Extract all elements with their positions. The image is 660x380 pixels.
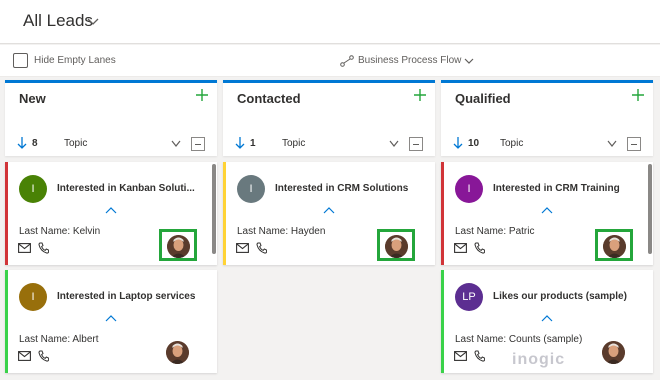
sort-descending-icon[interactable]	[235, 136, 245, 150]
lead-card[interactable]: I Interested in CRM Training Last Name: …	[441, 162, 653, 265]
scrollbar[interactable]	[212, 164, 216, 254]
chevron-down-icon[interactable]	[389, 140, 399, 148]
lane-title: Contacted	[237, 91, 301, 106]
phone-icon[interactable]	[474, 242, 485, 254]
chevron-down-icon[interactable]	[607, 140, 617, 148]
lead-card[interactable]: I Interested in Kanban Soluti... Last Na…	[5, 162, 217, 265]
card-status-edge	[223, 162, 226, 265]
lane-header: New 8 Topic	[5, 80, 217, 156]
collapse-lane-button[interactable]	[409, 137, 423, 151]
record-avatar: I	[19, 175, 47, 203]
mail-icon[interactable]	[236, 243, 249, 253]
add-icon[interactable]	[631, 88, 645, 102]
collapse-lane-button[interactable]	[191, 137, 205, 151]
sort-field-dropdown[interactable]: Topic	[64, 138, 87, 149]
hide-empty-lanes-checkbox[interactable]	[13, 53, 28, 68]
chevron-up-icon[interactable]	[323, 206, 335, 214]
sort-field-dropdown[interactable]: Topic	[282, 138, 305, 149]
scrollbar[interactable]	[648, 164, 652, 254]
business-process-flow-dropdown[interactable]: Business Process Flow	[358, 55, 461, 66]
chevron-up-icon[interactable]	[541, 206, 553, 214]
lane-record-count: 1	[250, 138, 256, 149]
mail-icon[interactable]	[454, 243, 467, 253]
phone-icon[interactable]	[38, 242, 49, 254]
lane-header: Qualified 10 Topic	[441, 80, 653, 156]
lane-header: Contacted 1 Topic	[223, 80, 435, 156]
lead-card[interactable]: I Interested in CRM Solutions Last Name:…	[223, 162, 435, 265]
view-header: All Leads	[0, 0, 660, 44]
owner-avatar	[602, 341, 625, 364]
owner-avatar	[385, 235, 408, 258]
card-status-edge	[5, 162, 8, 265]
record-avatar: I	[237, 175, 265, 203]
brand-watermark: inogic	[512, 351, 566, 368]
lane-title: New	[19, 91, 46, 106]
card-title[interactable]: Likes our products (sample)	[493, 291, 643, 302]
chevron-up-icon[interactable]	[105, 206, 117, 214]
card-field: Last Name: Counts (sample)	[455, 334, 583, 345]
card-field: Last Name: Patric	[455, 226, 535, 237]
lane-record-count: 8	[32, 138, 38, 149]
phone-icon[interactable]	[38, 350, 49, 362]
card-status-edge	[5, 270, 8, 373]
owner-avatar	[603, 235, 626, 258]
card-title[interactable]: Interested in CRM Training	[493, 183, 643, 194]
lane-record-count: 10	[468, 138, 480, 149]
record-avatar: LP	[455, 283, 483, 311]
lead-card[interactable]: I Interested in Laptop services Last Nam…	[5, 270, 217, 373]
chevron-up-icon[interactable]	[541, 314, 553, 322]
lane-title: Qualified	[455, 91, 511, 106]
hide-empty-lanes-label: Hide Empty Lanes	[34, 55, 116, 66]
process-flow-icon	[340, 55, 354, 67]
sort-descending-icon[interactable]	[453, 136, 463, 150]
card-field: Last Name: Hayden	[237, 226, 326, 237]
owner-avatar-highlight[interactable]	[159, 229, 197, 261]
board-toolbar: Hide Empty Lanes Business Process Flow	[0, 45, 660, 77]
owner-avatar-highlight[interactable]	[595, 229, 633, 261]
lane-contacted: Contacted 1 Topic I Interested in CRM So…	[223, 80, 435, 380]
add-icon[interactable]	[195, 88, 209, 102]
chevron-down-icon[interactable]	[171, 140, 181, 148]
chevron-down-icon[interactable]	[86, 14, 100, 28]
owner-avatar	[167, 235, 190, 258]
chevron-down-icon[interactable]	[464, 56, 474, 66]
card-status-edge	[441, 162, 444, 265]
view-selector-title[interactable]: All Leads	[23, 11, 93, 31]
sort-field-dropdown[interactable]: Topic	[500, 138, 523, 149]
record-avatar: I	[455, 175, 483, 203]
collapse-lane-button[interactable]	[627, 137, 641, 151]
card-title[interactable]: Interested in Laptop services	[57, 291, 207, 302]
chevron-up-icon[interactable]	[105, 314, 117, 322]
lane-qualified: Qualified 10 Topic I Interested in CRM T…	[441, 80, 653, 380]
lane-new: New 8 Topic I Interested in Kanban Solut…	[5, 80, 217, 380]
card-title[interactable]: Interested in CRM Solutions	[275, 183, 425, 194]
card-field: Last Name: Kelvin	[19, 226, 101, 237]
mail-icon[interactable]	[454, 351, 467, 361]
card-status-edge	[441, 270, 444, 373]
phone-icon[interactable]	[474, 350, 485, 362]
card-field: Last Name: Albert	[19, 334, 99, 345]
owner-avatar	[166, 341, 189, 364]
owner-avatar-highlight[interactable]	[377, 229, 415, 261]
sort-descending-icon[interactable]	[17, 136, 27, 150]
phone-icon[interactable]	[256, 242, 267, 254]
card-title[interactable]: Interested in Kanban Soluti...	[57, 183, 207, 194]
mail-icon[interactable]	[18, 351, 31, 361]
record-avatar: I	[19, 283, 47, 311]
mail-icon[interactable]	[18, 243, 31, 253]
add-icon[interactable]	[413, 88, 427, 102]
